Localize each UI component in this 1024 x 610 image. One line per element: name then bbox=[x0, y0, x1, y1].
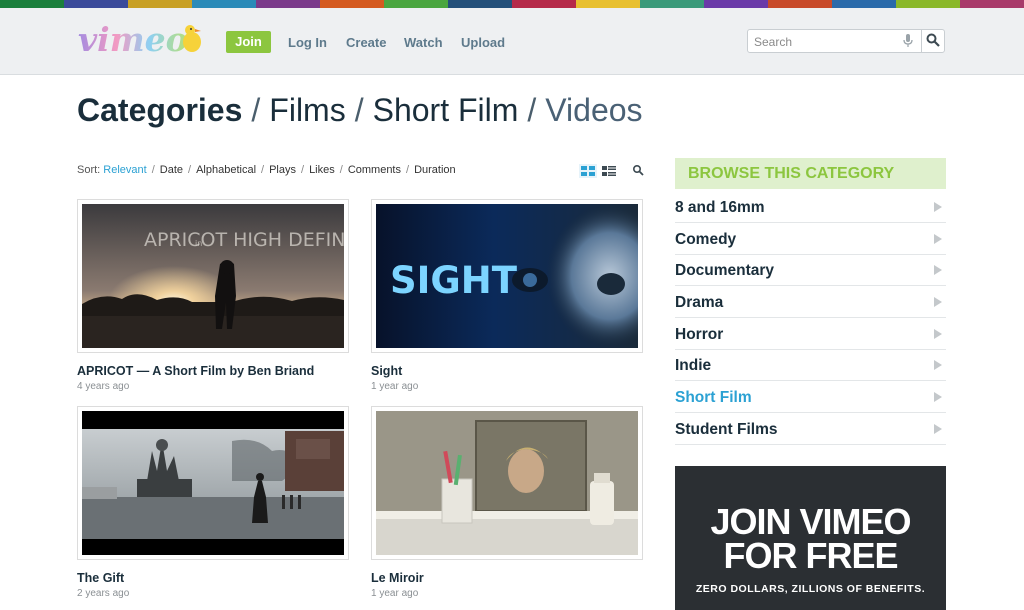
video-tile[interactable]: SIGHT bbox=[371, 199, 643, 353]
browse-category-heading: BROWSE THIS CATEGORY bbox=[675, 158, 946, 189]
stripe-segment bbox=[512, 0, 576, 8]
arrow-right-icon bbox=[934, 329, 942, 339]
nav-upload[interactable]: Upload bbox=[461, 35, 505, 50]
video-title[interactable]: The Gift bbox=[77, 571, 124, 585]
page-title: Categories / Films / Short Film / Videos bbox=[77, 92, 643, 129]
stripe-segment bbox=[960, 0, 1024, 8]
stripe-segment bbox=[576, 0, 640, 8]
sort-alphabetical[interactable]: Alphabetical bbox=[196, 164, 256, 176]
microphone-icon[interactable] bbox=[903, 34, 913, 48]
video-tile[interactable]: APRICOT HIGH DEFINITION in bbox=[77, 199, 349, 353]
stripe-segment bbox=[384, 0, 448, 8]
arrow-right-icon bbox=[934, 202, 942, 212]
arrow-right-icon bbox=[934, 234, 942, 244]
category-item-horror[interactable]: Horror bbox=[675, 319, 946, 350]
breadcrumb-short-film[interactable]: Short Film bbox=[373, 92, 519, 128]
browse-heading-label: BROWSE THIS CATEGORY bbox=[688, 165, 895, 182]
join-vimeo-promo-banner[interactable]: JOIN VIMEO FOR FREE ZERO DOLLARS, ZILLIO… bbox=[675, 466, 946, 610]
category-item-documentary[interactable]: Documentary bbox=[675, 255, 946, 286]
sort-bar: Sort: Relevant / Date / Alphabetical / Plays / L… bbox=[77, 164, 456, 176]
video-title[interactable]: Sight bbox=[371, 364, 402, 378]
video-title[interactable]: Le Miroir bbox=[371, 571, 424, 585]
svg-text:vimeo: vimeo bbox=[78, 20, 188, 59]
video-title[interactable]: APRICOT — A Short Film by Ben Briand bbox=[77, 364, 314, 378]
grid-view-icon[interactable] bbox=[579, 164, 597, 178]
join-button[interactable]: Join bbox=[226, 31, 271, 53]
video-thumbnail[interactable]: SIGHT bbox=[376, 204, 638, 348]
video-thumbnail[interactable] bbox=[376, 411, 638, 555]
search-input[interactable] bbox=[752, 32, 896, 52]
category-label: Drama bbox=[675, 294, 724, 311]
sort-likes[interactable]: Likes bbox=[309, 164, 335, 176]
promo-subtitle: ZERO DOLLARS, ZILLIONS OF BENEFITS. bbox=[695, 583, 926, 595]
video-thumbnail[interactable]: APRICOT HIGH DEFINITION in bbox=[82, 204, 344, 348]
search-box bbox=[747, 29, 945, 53]
video-tile[interactable] bbox=[77, 406, 349, 560]
video-age: 4 years ago bbox=[77, 381, 130, 392]
sort-label: Sort: bbox=[77, 164, 101, 176]
search-icon[interactable] bbox=[632, 164, 644, 176]
stripe-segment bbox=[448, 0, 512, 8]
site-header: vimeo Join Log In Create Watch Upload bbox=[0, 8, 1024, 75]
video-thumbnail[interactable] bbox=[82, 411, 344, 555]
stripe-segment bbox=[832, 0, 896, 8]
category-label: Student Films bbox=[675, 421, 778, 438]
sort-date[interactable]: Date bbox=[160, 164, 183, 176]
thumbnail-title: SIGHT bbox=[390, 259, 518, 302]
brand-color-stripe bbox=[0, 0, 1024, 8]
nav-log-in[interactable]: Log In bbox=[288, 35, 327, 50]
video-age: 1 year ago bbox=[371, 381, 419, 392]
arrow-right-icon bbox=[934, 297, 942, 307]
thumbnail-title: APRICOT HIGH DEFINITION bbox=[144, 229, 344, 251]
stripe-segment bbox=[640, 0, 704, 8]
stripe-segment bbox=[768, 0, 832, 8]
vimeo-logo[interactable]: vimeo bbox=[78, 20, 206, 62]
stripe-segment bbox=[256, 0, 320, 8]
arrow-right-icon bbox=[934, 392, 942, 402]
sort-duration[interactable]: Duration bbox=[414, 164, 456, 176]
stripe-segment bbox=[192, 0, 256, 8]
thumbnail-title-small: in bbox=[195, 239, 202, 248]
sort-relevant[interactable]: Relevant bbox=[103, 164, 146, 176]
category-item-comedy[interactable]: Comedy bbox=[675, 224, 946, 255]
stripe-segment bbox=[64, 0, 128, 8]
sort-plays[interactable]: Plays bbox=[269, 164, 296, 176]
breadcrumb-films[interactable]: Films bbox=[269, 92, 345, 128]
list-view-icon[interactable] bbox=[602, 166, 616, 176]
video-age: 2 years ago bbox=[77, 588, 130, 599]
category-label: Indie bbox=[675, 357, 712, 374]
category-label: 8 and 16mm bbox=[675, 199, 765, 216]
category-item-short-film[interactable]: Short Film bbox=[675, 382, 946, 413]
stripe-segment bbox=[128, 0, 192, 8]
breadcrumb-separator: / bbox=[354, 92, 364, 128]
breadcrumb-videos: Videos bbox=[545, 92, 643, 128]
arrow-right-icon bbox=[934, 360, 942, 370]
category-label: Short Film bbox=[675, 389, 752, 406]
arrow-right-icon bbox=[934, 265, 942, 275]
stripe-segment bbox=[0, 0, 64, 8]
video-age: 1 year ago bbox=[371, 588, 419, 599]
search-divider bbox=[921, 30, 922, 52]
view-toggle bbox=[579, 164, 649, 183]
category-item-drama[interactable]: Drama bbox=[675, 287, 946, 318]
arrow-right-icon bbox=[934, 424, 942, 434]
nav-watch[interactable]: Watch bbox=[404, 35, 443, 50]
stripe-segment bbox=[896, 0, 960, 8]
stripe-segment bbox=[320, 0, 384, 8]
promo-line-2: FOR FREE bbox=[723, 535, 898, 576]
category-item-indie[interactable]: Indie bbox=[675, 350, 946, 381]
breadcrumb-separator: / bbox=[251, 92, 261, 128]
category-label: Documentary bbox=[675, 262, 775, 279]
video-tile[interactable] bbox=[371, 406, 643, 560]
breadcrumb-separator: / bbox=[527, 92, 537, 128]
category-item-8-and-16mm[interactable]: 8 and 16mm bbox=[675, 192, 946, 223]
category-item-student-films[interactable]: Student Films bbox=[675, 414, 946, 445]
category-label: Comedy bbox=[675, 231, 737, 248]
category-label: Horror bbox=[675, 326, 724, 343]
stripe-segment bbox=[704, 0, 768, 8]
nav-create[interactable]: Create bbox=[346, 35, 386, 50]
sort-comments[interactable]: Comments bbox=[348, 164, 401, 176]
search-icon[interactable] bbox=[926, 33, 940, 47]
breadcrumb-categories[interactable]: Categories bbox=[77, 92, 242, 128]
